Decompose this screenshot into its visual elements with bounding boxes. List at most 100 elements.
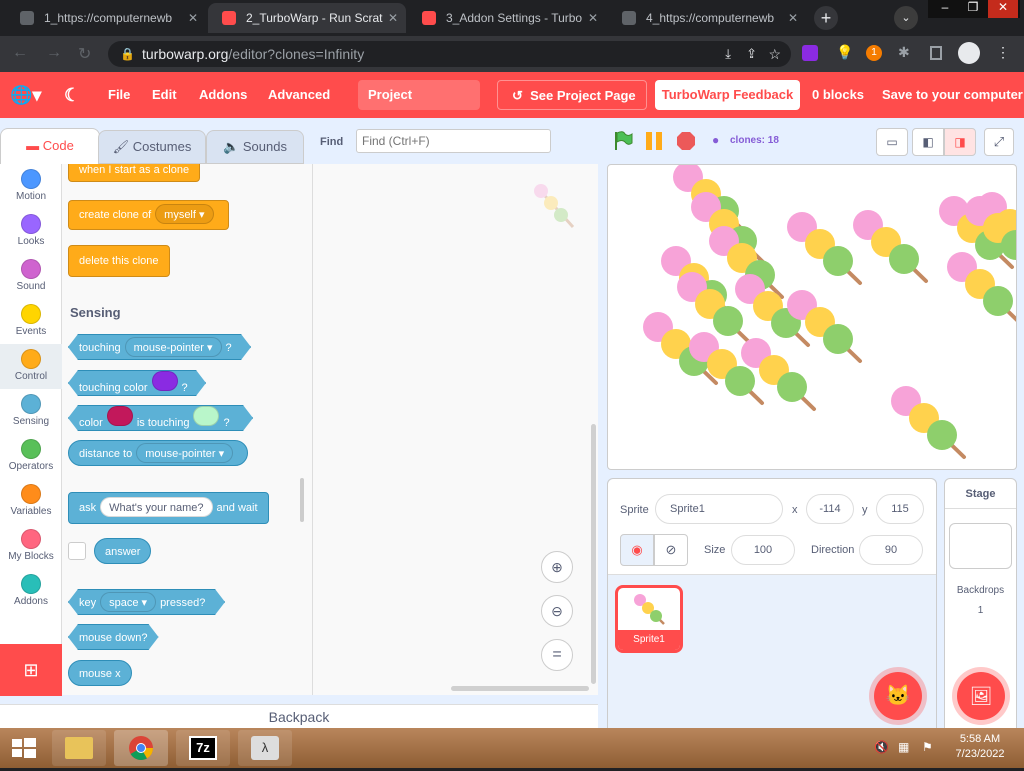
feedback-button[interactable]: TurboWarp Feedback <box>655 80 800 110</box>
script-area[interactable]: ⊕ ⊖ = <box>312 164 598 695</box>
green-flag-icon[interactable] <box>612 130 634 152</box>
stage-selector-pane[interactable]: Stage Backdrops 1 🖼 <box>944 478 1017 730</box>
backdrop-thumbnail[interactable] <box>949 523 1012 569</box>
restore-button[interactable]: ❐ <box>960 0 986 18</box>
category-operators[interactable]: Operators <box>0 434 62 479</box>
hide-sprite-button[interactable]: ⊘ <box>654 534 688 566</box>
find-input[interactable] <box>356 129 551 153</box>
tab-code[interactable]: ▬ Code <box>0 128 100 164</box>
tab-search-button[interactable]: ⌄ <box>894 6 918 30</box>
network-icon[interactable]: ▦ <box>898 740 909 754</box>
distance-dropdown[interactable]: mouse-pointer ▾ <box>136 443 234 463</box>
start-button[interactable] <box>0 730 48 766</box>
taskbar-app[interactable]: λ <box>238 730 292 766</box>
block-mouse-x[interactable]: mouse x <box>68 660 132 686</box>
browser-tab-1[interactable]: 1_https://computernewb ✕ <box>6 3 206 33</box>
stop-icon[interactable] <box>676 131 696 151</box>
size-input[interactable]: 100 <box>731 535 795 565</box>
zoom-out-button[interactable]: ⊖ <box>541 595 573 627</box>
block-touching[interactable]: touching mouse-pointer ▾? <box>68 334 251 360</box>
palette-scrollbar[interactable] <box>300 478 304 522</box>
forward-icon[interactable]: → <box>46 44 62 62</box>
sprite-name-input[interactable]: Sprite1 <box>655 494 783 524</box>
zoom-in-button[interactable]: ⊕ <box>541 551 573 583</box>
category-sound[interactable]: Sound <box>0 254 62 299</box>
menu-edit[interactable]: Edit <box>152 72 177 118</box>
minimize-button[interactable]: – <box>932 0 958 18</box>
block-mouse-down[interactable]: mouse down? <box>68 624 159 650</box>
category-sensing[interactable]: Sensing <box>0 389 62 434</box>
small-stage-button[interactable]: ◧ <box>912 128 944 156</box>
block-when-i-start-as-clone[interactable]: when I start as a clone <box>68 164 201 182</box>
category-my-blocks[interactable]: My Blocks <box>0 524 62 569</box>
install-icon[interactable]: ⤓ <box>725 41 731 67</box>
script-horizontal-scrollbar[interactable] <box>451 686 589 691</box>
close-icon[interactable]: ✕ <box>788 3 798 33</box>
category-motion[interactable]: Motion <box>0 164 62 209</box>
category-events[interactable]: Events <box>0 299 62 344</box>
large-stage-button[interactable]: ◨ <box>944 128 976 156</box>
show-sprite-button[interactable]: ◉ <box>620 534 654 566</box>
volume-muted-icon[interactable]: 🔇 <box>874 740 889 754</box>
save-to-computer-link[interactable]: Save to your computer <box>882 72 1023 118</box>
theme-moon-icon[interactable]: ☾ <box>64 72 80 118</box>
answer-monitor-checkbox[interactable] <box>68 542 86 560</box>
tab-costumes[interactable]: 🖌 Costumes <box>98 130 206 164</box>
script-vertical-scrollbar[interactable] <box>591 424 596 684</box>
menu-file[interactable]: File <box>108 72 130 118</box>
block-touching-color[interactable]: touching color? <box>68 370 206 396</box>
block-ask-and-wait[interactable]: ask What's your name? and wait <box>68 492 269 524</box>
stage-canvas[interactable] <box>607 164 1017 470</box>
y-input[interactable]: 115 <box>876 494 924 524</box>
extension-badge[interactable]: 1 <box>866 45 882 61</box>
color-swatch[interactable] <box>152 371 178 391</box>
profile-avatar[interactable] <box>958 42 980 64</box>
category-variables[interactable]: Variables <box>0 479 62 524</box>
action-center-icon[interactable]: ⚑ <box>922 740 933 754</box>
sprite-thumbnail-sprite1[interactable]: Sprite1 <box>615 585 683 653</box>
block-answer[interactable]: answer <box>94 538 152 564</box>
new-tab-button[interactable]: + <box>814 6 838 30</box>
block-delete-clone[interactable]: delete this clone <box>68 245 170 277</box>
address-bar[interactable]: 🔒 turbowarp.org/editor?clones=Infinity ⤓… <box>108 41 791 67</box>
taskbar-chrome[interactable] <box>114 730 168 766</box>
clock[interactable]: 5:58 AM 7/23/2022 <box>950 733 1010 760</box>
extension-icon[interactable] <box>802 45 818 61</box>
lightbulb-icon[interactable]: 💡 <box>836 44 853 61</box>
add-extension-button[interactable]: ⊞ <box>0 644 62 696</box>
close-icon[interactable]: ✕ <box>588 3 598 33</box>
taskbar-7zip[interactable]: 7z <box>176 730 230 766</box>
taskbar-file-explorer[interactable] <box>52 730 106 766</box>
category-control[interactable]: Control <box>0 344 62 389</box>
touching-dropdown[interactable]: mouse-pointer ▾ <box>125 337 222 357</box>
zoom-reset-button[interactable]: = <box>541 639 573 671</box>
ask-text-input[interactable]: What's your name? <box>100 497 213 517</box>
choose-backdrop-button[interactable]: 🖼 <box>957 672 1005 720</box>
block-create-clone[interactable]: create clone of myself ▾ <box>68 200 229 230</box>
close-icon[interactable]: ✕ <box>388 3 398 33</box>
block-distance-to[interactable]: distance to mouse-pointer ▾ <box>68 440 249 466</box>
pause-icon[interactable] <box>644 131 664 151</box>
browser-tab-2[interactable]: 2_TurboWarp - Run Scrat ✕ <box>208 3 406 33</box>
x-input[interactable]: -114 <box>806 494 854 524</box>
block-key-pressed[interactable]: key space ▾ pressed? <box>68 589 225 615</box>
menu-icon[interactable]: ⋮ <box>996 44 1010 61</box>
browser-tab-4[interactable]: 4_https://computernewb ✕ <box>608 3 806 33</box>
back-icon[interactable]: ← <box>12 44 28 62</box>
sidebar-icon[interactable] <box>930 46 942 60</box>
menu-advanced[interactable]: Advanced <box>268 72 330 118</box>
see-project-page-button[interactable]: ↺ See Project Page <box>497 80 647 110</box>
choose-sprite-button[interactable]: 🐱 <box>874 672 922 720</box>
browser-tab-3[interactable]: 3_Addon Settings - Turbo ✕ <box>408 3 606 33</box>
project-title-input[interactable]: Project <box>358 80 480 110</box>
clone-target-dropdown[interactable]: myself ▾ <box>155 204 214 224</box>
reload-icon[interactable]: ↻ <box>78 44 91 64</box>
close-window-button[interactable]: ✕ <box>988 0 1018 18</box>
block-color-touching[interactable]: color is touching? <box>68 405 253 431</box>
puzzle-icon[interactable]: ✱ <box>898 44 910 61</box>
share-icon[interactable]: ⇪ <box>746 41 757 67</box>
backpack[interactable]: Backpack <box>0 704 598 728</box>
key-dropdown[interactable]: space ▾ <box>100 592 156 612</box>
tab-sounds[interactable]: 🔈 Sounds <box>206 130 304 164</box>
menu-addons[interactable]: Addons <box>199 72 247 118</box>
